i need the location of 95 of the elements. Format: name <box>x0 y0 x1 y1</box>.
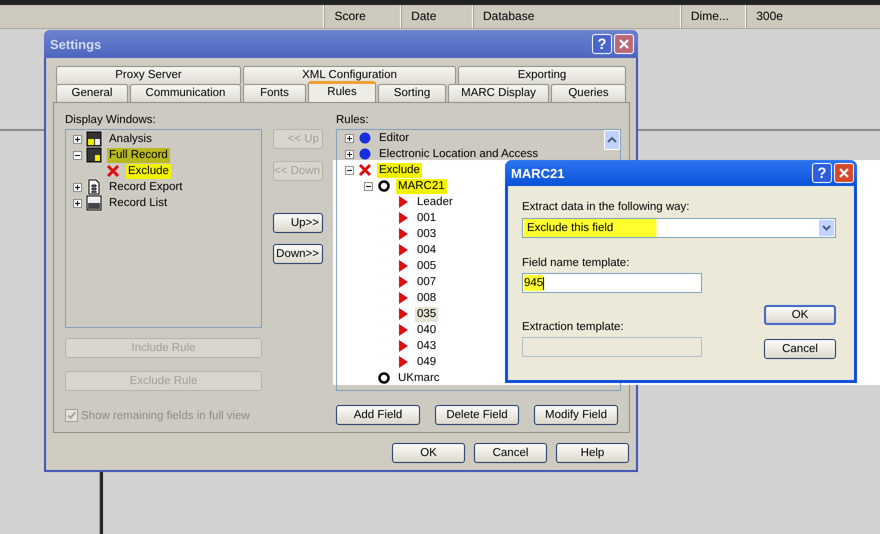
dot-icon <box>358 131 372 145</box>
close-button[interactable] <box>614 34 634 54</box>
tree-item[interactable]: Analysis <box>107 132 154 146</box>
help-button[interactable]: ? <box>812 163 832 183</box>
document-icon <box>86 179 102 195</box>
tree-item[interactable]: Record Export <box>107 180 185 194</box>
dot-icon <box>358 147 372 161</box>
dialog-button[interactable]: OK <box>764 305 836 325</box>
column-header[interactable]: 300e <box>745 5 880 28</box>
triangle-icon <box>396 195 410 209</box>
minus-icon[interactable] <box>345 166 354 174</box>
column-header[interactable]: Dime... <box>680 5 746 28</box>
input-field[interactable]: 945 <box>522 273 702 293</box>
tree-item[interactable]: 005 <box>415 258 438 274</box>
tab[interactable]: Communication <box>130 84 241 102</box>
ring-icon <box>377 371 391 385</box>
close-button[interactable] <box>834 163 854 183</box>
dialog-button[interactable]: OK <box>392 443 465 463</box>
plus-icon[interactable] <box>73 134 82 144</box>
section-label: Rules: <box>336 114 370 128</box>
triangle-icon <box>396 291 410 305</box>
triangle-icon <box>396 323 410 337</box>
field-label: Extraction template: <box>522 320 625 334</box>
tree-item[interactable]: 004 <box>415 242 438 258</box>
tab[interactable]: Rules <box>308 81 376 102</box>
tree-item[interactable]: 043 <box>415 338 438 354</box>
plus-icon[interactable] <box>73 182 82 192</box>
tree-item[interactable]: Exclude <box>377 162 422 178</box>
tree-item[interactable]: Exclude <box>126 164 171 178</box>
tree-item[interactable]: UKmarc <box>396 370 442 386</box>
tree-item[interactable]: 049 <box>415 354 438 370</box>
field-button[interactable]: Add Field <box>336 405 420 425</box>
tree-item[interactable]: 001 <box>415 210 438 226</box>
triangle-icon <box>396 243 410 257</box>
extract-dropdown[interactable]: Exclude this field <box>522 218 836 238</box>
tree-item[interactable]: MARC21 <box>396 178 447 194</box>
section-label: Display Windows: <box>65 114 157 128</box>
cross-icon <box>358 163 372 177</box>
window-icon <box>86 147 102 163</box>
triangle-icon <box>396 275 410 289</box>
column-header[interactable]: Database <box>472 5 680 28</box>
ring-icon <box>377 179 391 193</box>
tab[interactable]: XML Configuration <box>243 66 456 84</box>
dialog-button[interactable]: Help <box>556 443 629 463</box>
tree-item[interactable]: Full Record <box>107 148 170 162</box>
tree-item[interactable]: Record List <box>107 196 170 210</box>
window-icon <box>86 131 102 147</box>
window-title: Settings <box>50 36 102 52</box>
field-label: Field name template: <box>522 256 630 270</box>
plus-icon[interactable] <box>345 150 354 158</box>
tree-item[interactable]: Leader <box>415 194 455 210</box>
triangle-icon <box>396 339 410 353</box>
move-button[interactable]: Down>> <box>273 244 323 264</box>
triangle-icon <box>396 355 410 369</box>
triangle-icon <box>396 211 410 225</box>
close-icon <box>618 38 630 50</box>
column-header[interactable]: Score <box>323 5 400 28</box>
dropdown-button[interactable] <box>819 220 834 236</box>
scrollbar[interactable] <box>604 130 620 150</box>
move-button[interactable]: Up>> <box>273 213 323 233</box>
dialog-button[interactable]: Cancel <box>474 443 547 463</box>
tree-item[interactable]: 040 <box>415 322 438 338</box>
field-button[interactable]: Delete Field <box>435 405 519 425</box>
column-header[interactable]: Date <box>400 5 472 28</box>
tab[interactable]: Sorting <box>378 84 446 102</box>
tab[interactable]: Exporting <box>458 66 626 84</box>
tree-item[interactable]: 003 <box>415 226 438 242</box>
checkbox-label: Show remaining fields in full view <box>81 410 250 422</box>
tree-item[interactable]: 035 <box>415 306 438 322</box>
tab[interactable]: MARC Display <box>448 84 549 102</box>
window-title: MARC21 <box>511 166 566 180</box>
tree-item[interactable]: 007 <box>415 274 438 290</box>
triangle-icon <box>396 259 410 273</box>
plus-icon[interactable] <box>73 198 82 208</box>
dialog-button[interactable]: Cancel <box>764 339 836 359</box>
triangle-icon <box>396 227 410 241</box>
tab[interactable]: Proxy Server <box>56 66 241 84</box>
close-icon <box>838 167 850 179</box>
triangle-icon <box>396 307 410 321</box>
minus-icon[interactable] <box>73 150 82 160</box>
plus-icon[interactable] <box>345 134 354 142</box>
field-label: Extract data in the following way: <box>522 200 690 214</box>
minus-icon[interactable] <box>364 182 373 190</box>
tab[interactable]: General <box>56 84 128 102</box>
tree-item[interactable]: 008 <box>415 290 438 306</box>
tab[interactable]: Fonts <box>243 84 306 102</box>
chevron-down-icon <box>822 225 831 231</box>
cross-icon <box>105 163 121 179</box>
help-button[interactable]: ? <box>592 34 612 54</box>
tree-item[interactable]: Electronic Location and Access <box>377 146 540 162</box>
scroll-up-icon[interactable] <box>607 136 617 144</box>
tree-item[interactable]: Editor <box>377 130 412 146</box>
tab[interactable]: Queries <box>551 84 626 102</box>
field-button[interactable]: Modify Field <box>534 405 618 425</box>
window-icon <box>86 195 102 211</box>
